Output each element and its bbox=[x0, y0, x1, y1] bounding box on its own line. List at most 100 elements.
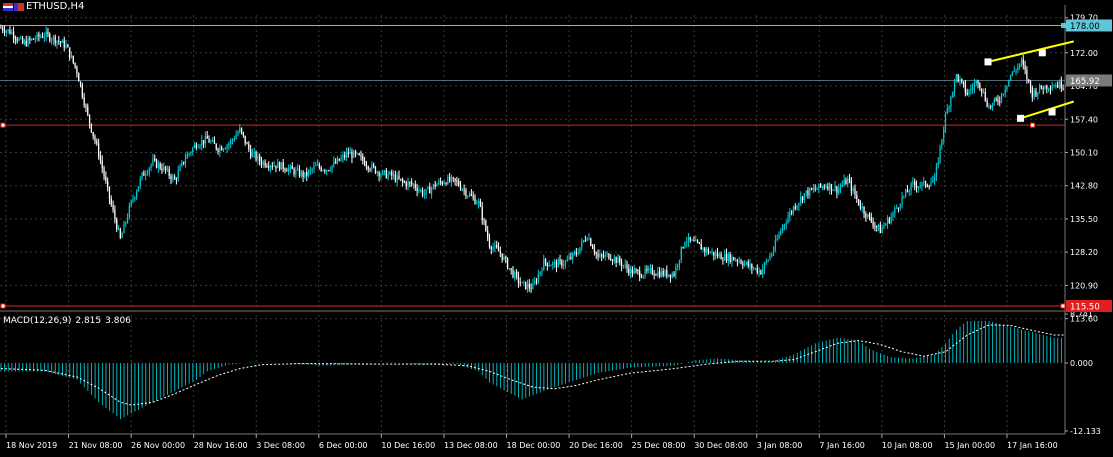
candle-body bbox=[899, 205, 901, 208]
candle-body bbox=[450, 177, 453, 182]
candle-body bbox=[941, 139, 943, 147]
candle-body bbox=[268, 166, 270, 168]
candle-body bbox=[957, 74, 959, 82]
candle-body bbox=[814, 188, 816, 190]
candle-body bbox=[827, 186, 829, 190]
candle-body bbox=[664, 270, 666, 276]
candle-body bbox=[689, 236, 691, 241]
candle-body bbox=[613, 257, 615, 261]
candle-body bbox=[304, 172, 306, 177]
channel-handle bbox=[1038, 49, 1046, 57]
candle-body bbox=[953, 80, 956, 92]
candle-body bbox=[278, 162, 281, 170]
candle-body bbox=[769, 255, 771, 260]
candle-body bbox=[99, 156, 102, 161]
candle-body bbox=[506, 258, 509, 269]
candle-body bbox=[141, 172, 143, 179]
candle-body bbox=[420, 189, 422, 191]
candle-body bbox=[825, 186, 827, 188]
candle-body bbox=[651, 268, 653, 274]
price-tick-label: 120.90 bbox=[1070, 281, 1098, 290]
candle-body bbox=[512, 269, 514, 278]
candle-body bbox=[439, 181, 442, 183]
candle-body bbox=[255, 152, 257, 160]
candle-body bbox=[979, 83, 981, 89]
candle-body bbox=[79, 81, 82, 86]
candle-body bbox=[915, 185, 918, 188]
candle-body bbox=[702, 247, 704, 250]
candle-body bbox=[67, 44, 69, 48]
candle-body bbox=[742, 263, 744, 266]
candle-body bbox=[262, 161, 264, 165]
candle-body bbox=[363, 160, 366, 166]
candle-body bbox=[400, 178, 402, 180]
candle-body bbox=[517, 274, 520, 283]
candle-body bbox=[646, 268, 648, 271]
candle-body bbox=[295, 169, 297, 175]
candle-body bbox=[396, 175, 398, 182]
candle-body bbox=[1057, 85, 1059, 88]
candle-body bbox=[1040, 85, 1043, 89]
candle-body bbox=[32, 38, 35, 40]
candle-body bbox=[1046, 85, 1048, 90]
support-price-label: 115.50 bbox=[1070, 303, 1100, 313]
candle-body bbox=[619, 257, 621, 263]
candle-body bbox=[1047, 88, 1050, 90]
candle-body bbox=[145, 174, 147, 176]
candle-body bbox=[488, 237, 491, 247]
candle-body bbox=[1058, 81, 1061, 88]
candle-body bbox=[716, 253, 719, 257]
candle-body bbox=[340, 157, 342, 161]
candle-body bbox=[1053, 86, 1055, 88]
candle-body bbox=[132, 199, 134, 201]
candle-body bbox=[249, 149, 252, 157]
candle-body bbox=[876, 225, 878, 227]
candle-body bbox=[345, 152, 348, 158]
candle-body bbox=[639, 270, 641, 278]
candle-body bbox=[977, 80, 979, 84]
candle-body bbox=[774, 239, 777, 250]
candle-body bbox=[519, 282, 521, 284]
candle-body bbox=[112, 204, 114, 211]
candle-body bbox=[1017, 66, 1019, 71]
time-tick-label: 26 Nov 00:00 bbox=[131, 441, 185, 450]
candle-body bbox=[186, 154, 188, 159]
candle-body bbox=[490, 246, 492, 250]
time-tick-label: 3 Dec 08:00 bbox=[256, 441, 305, 450]
candle-body bbox=[329, 169, 331, 171]
candle-body bbox=[369, 169, 371, 171]
candle-body bbox=[932, 180, 934, 183]
candle-body bbox=[485, 220, 487, 231]
candle-body bbox=[745, 261, 748, 264]
candle-body bbox=[235, 135, 237, 140]
candle-body bbox=[508, 268, 511, 270]
candle-body bbox=[734, 260, 737, 262]
candle-body bbox=[181, 161, 183, 166]
candle-body bbox=[1060, 81, 1062, 89]
candle-body bbox=[526, 283, 529, 289]
candle-body bbox=[293, 169, 295, 175]
candle-body bbox=[593, 248, 596, 253]
candle-body bbox=[492, 247, 494, 250]
candle-body bbox=[1011, 71, 1014, 76]
time-tick-label: 3 Jan 08:00 bbox=[757, 441, 803, 450]
candle-body bbox=[29, 38, 31, 40]
time-tick-label: 17 Jan 16:00 bbox=[1007, 441, 1058, 450]
candle-body bbox=[1044, 85, 1046, 90]
candle-body bbox=[449, 176, 451, 182]
price-tick-label: 157.40 bbox=[1070, 115, 1098, 124]
candle-body bbox=[686, 242, 688, 244]
time-tick-label: 30 Dec 08:00 bbox=[694, 441, 748, 450]
candle-body bbox=[711, 251, 713, 253]
candle-body bbox=[890, 216, 892, 223]
candle-body bbox=[792, 206, 795, 213]
candle-body bbox=[231, 139, 234, 141]
candle-body bbox=[575, 252, 577, 255]
candle-body bbox=[671, 273, 673, 278]
candle-body bbox=[14, 37, 17, 40]
candle-body bbox=[973, 83, 976, 89]
candle-body bbox=[550, 265, 552, 267]
candle-body bbox=[54, 36, 56, 44]
candle-body bbox=[961, 79, 963, 82]
candle-body bbox=[553, 261, 556, 263]
